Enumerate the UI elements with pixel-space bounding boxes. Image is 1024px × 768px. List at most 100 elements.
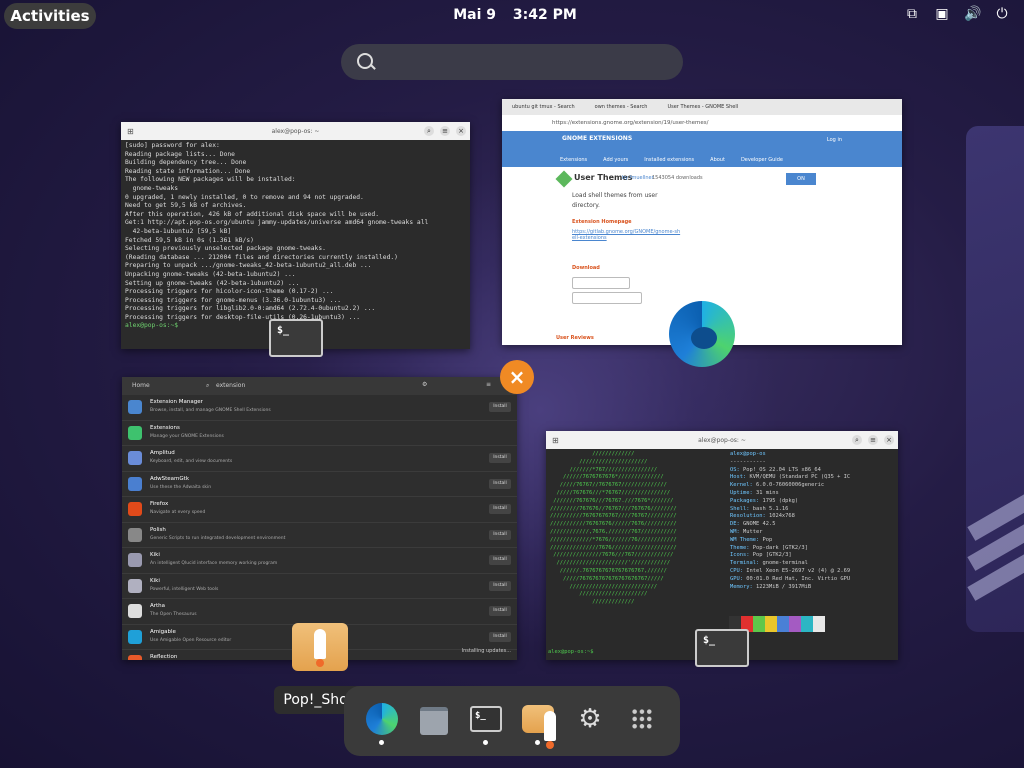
app-name: Artha: [150, 603, 166, 609]
app-description: Manage your GNOME Extensions: [150, 433, 224, 439]
screen-share-icon[interactable]: ⧉: [904, 6, 920, 22]
close-icon[interactable]: ×: [456, 126, 466, 136]
shop-result-row[interactable]: Artha The Open Thesaurus Install: [122, 599, 517, 625]
neofetch-info-row: Icons: Pop [GTK2/3]: [730, 552, 792, 559]
app-name: Kiki: [150, 577, 160, 584]
shop-search-input[interactable]: extension: [216, 382, 245, 389]
color-swatch: [801, 616, 813, 632]
install-button[interactable]: Install: [489, 478, 511, 489]
top-bar: Activities Mai 9 3:42 PM ⧉ ▣ 🔊 ⏻: [0, 0, 1024, 32]
clock[interactable]: Mai 9 3:42 PM: [440, 7, 590, 23]
app-description: An intelligent Qlucid interface memory w…: [150, 561, 278, 566]
extension-toggle[interactable]: ON: [786, 173, 816, 185]
system-tray[interactable]: ⧉ ▣ 🔊 ⏻: [904, 6, 1010, 22]
search-icon[interactable]: ⌕: [424, 126, 434, 136]
site-nav-link[interactable]: About: [710, 157, 725, 163]
app-description: Powerful, intelligent Web tools: [150, 586, 219, 592]
close-icon[interactable]: ×: [884, 435, 894, 445]
time-label: 3:42 PM: [512, 7, 577, 23]
address-bar[interactable]: https://extensions.gnome.org/extension/1…: [502, 115, 902, 131]
homepage-link[interactable]: https://gitlab.gnome.org/GNOME/gnome-she…: [572, 229, 682, 241]
show-apps-button[interactable]: [626, 703, 658, 735]
extension-version-select[interactable]: [572, 292, 642, 304]
volume-icon[interactable]: 🔊: [964, 6, 981, 22]
dash-item-files[interactable]: [418, 703, 450, 735]
dash-item-settings[interactable]: ⚙: [574, 703, 606, 735]
search-icon[interactable]: ⌕: [852, 435, 862, 445]
menu-icon[interactable]: ≡: [486, 381, 491, 388]
shop-result-row[interactable]: Extensions Manage your GNOME Extensions: [122, 421, 517, 446]
app-icon: [128, 553, 142, 567]
app-icon: [128, 578, 142, 593]
color-swatch: [777, 616, 789, 632]
app-icon: [128, 629, 142, 644]
power-icon[interactable]: ⏻: [994, 6, 1010, 22]
terminal-window[interactable]: ⊞ alex@pop-os: ~ ⌕ ≡ × [sudo] password f…: [121, 122, 470, 349]
app-icon: [128, 502, 142, 516]
dash-item-edge[interactable]: [366, 703, 398, 745]
shop-result-row[interactable]: AdwSteamGtk Use these the Adwaita skin Ins…: [122, 472, 517, 497]
dash-item-pop-shop[interactable]: [522, 703, 556, 749]
install-button[interactable]: Install: [489, 555, 511, 565]
running-indicator: [535, 740, 540, 745]
menu-icon[interactable]: ≡: [868, 435, 878, 445]
close-window-button[interactable]: ×: [500, 360, 534, 394]
login-link[interactable]: Log in: [827, 137, 842, 143]
shell-version-select[interactable]: [572, 277, 630, 289]
terminal-line: Selecting previously unselected package …: [125, 245, 326, 253]
overview-search[interactable]: [341, 44, 683, 80]
date-label: Mai 9: [453, 7, 497, 23]
app-name: Firefox: [150, 501, 169, 507]
extension-author[interactable]: by fmuellner: [622, 175, 654, 181]
site-nav-link[interactable]: Extensions: [560, 157, 587, 163]
site-nav-link[interactable]: Installed extensions: [644, 157, 694, 163]
next-workspace-preview[interactable]: [966, 126, 1024, 632]
terminal-line: Building dependency tree... Done: [125, 159, 247, 167]
extension-downloads: 1543054 downloads: [652, 175, 703, 181]
browser-tab-strip[interactable]: ubuntu git tmux - Search own themes - Sea…: [502, 99, 902, 115]
site-nav: Extensions Add yours Installed extensions A…: [560, 157, 783, 163]
terminal-app-badge: $_: [269, 319, 323, 357]
install-button[interactable]: Install: [489, 453, 511, 463]
site-logo[interactable]: GNOME EXTENSIONS: [562, 135, 632, 142]
site-header: GNOME EXTENSIONS Log in Extensions Add yo…: [502, 131, 902, 167]
activities-button[interactable]: Activities: [4, 3, 96, 29]
url-text[interactable]: https://extensions.gnome.org/extension/1…: [552, 120, 708, 126]
app-name: Amigable: [150, 628, 176, 635]
dash: $_ ⚙: [344, 686, 680, 756]
install-button[interactable]: Install: [489, 580, 511, 591]
app-icon: [128, 604, 142, 618]
neofetch-terminal-window[interactable]: ⊞ alex@pop-os: ~ ⌕ ≡ × ///////////// ///…: [546, 431, 898, 660]
neofetch-titlebar[interactable]: ⊞ alex@pop-os: ~ ⌕ ≡ ×: [546, 431, 898, 449]
shop-result-row[interactable]: Kiki An intelligent Qlucid interface memo…: [122, 548, 517, 574]
browser-tab[interactable]: User Themes - GNOME Shell: [657, 104, 748, 110]
neofetch-info-row: DE: GNOME 42.5: [730, 521, 776, 528]
shop-result-row[interactable]: Kiki Powerful, intelligent Web tools Insta…: [122, 574, 517, 599]
extension-description: Load shell themes from user directory.: [572, 192, 658, 209]
shop-result-row[interactable]: Amplitud Keyboard, edit, and view documen…: [122, 446, 517, 472]
terminal-titlebar[interactable]: ⊞ alex@pop-os: ~ ⌕ ≡ ×: [121, 122, 470, 140]
terminal-line: The following NEW packages will be insta…: [125, 176, 296, 184]
install-button[interactable]: Install: [489, 606, 511, 616]
neofetch-info-row: WM Theme: Pop: [730, 536, 773, 543]
browser-tab[interactable]: own themes - Search: [585, 104, 658, 110]
keyboard-layout-icon[interactable]: ▣: [934, 6, 950, 22]
site-nav-link[interactable]: Developer Guide: [741, 157, 783, 163]
dash-item-terminal[interactable]: $_: [470, 703, 502, 745]
install-button[interactable]: Install: [489, 504, 511, 514]
install-button[interactable]: Install: [489, 529, 511, 540]
terminal-output[interactable]: [sudo] password for alex: Reading package…: [121, 140, 470, 349]
pop-shop-window[interactable]: Home ⌕ extension ⚙ ≡ Extension Manager Br…: [122, 377, 517, 660]
shop-result-row[interactable]: Extension Manager Browse, install, and ma…: [122, 395, 517, 421]
settings-icon[interactable]: ⚙: [422, 381, 427, 388]
search-input[interactable]: [381, 50, 675, 76]
browser-tab[interactable]: ubuntu git tmux - Search: [502, 104, 585, 110]
install-button[interactable]: Install: [489, 631, 511, 642]
neofetch-info-row: OS: Pop!_OS 22.04 LTS x86_64: [730, 466, 821, 473]
menu-icon[interactable]: ≡: [440, 126, 450, 136]
shop-result-row[interactable]: Polish Generic Scripts to run integrated …: [122, 523, 517, 548]
site-nav-link[interactable]: Add yours: [603, 157, 628, 163]
shop-result-row[interactable]: Firefox Navigate at every speed Install: [122, 497, 517, 523]
install-button[interactable]: Install: [489, 402, 511, 412]
home-tab[interactable]: Home: [132, 382, 150, 389]
